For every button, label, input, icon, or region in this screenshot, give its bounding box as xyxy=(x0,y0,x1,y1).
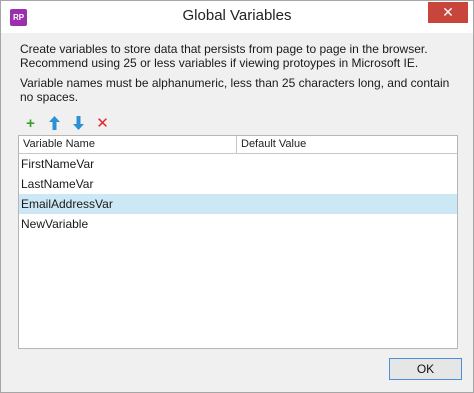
variable-toolbar: + ✕ xyxy=(23,114,110,132)
variable-name-cell[interactable]: LastNameVar xyxy=(21,174,237,194)
title-bar: RP Global Variables ✕ xyxy=(1,1,473,33)
column-header-default-value[interactable]: Default Value xyxy=(237,136,457,153)
variables-grid: Variable Name Default Value FirstNameVar… xyxy=(18,135,458,349)
delete-icon[interactable]: ✕ xyxy=(95,116,110,131)
arrow-down-icon[interactable] xyxy=(71,116,86,131)
description-line-1: Create variables to store data that pers… xyxy=(20,42,428,70)
table-row[interactable]: FirstNameVar xyxy=(19,154,457,174)
close-button[interactable]: ✕ xyxy=(428,2,468,23)
grid-header: Variable Name Default Value xyxy=(19,136,457,154)
table-row[interactable]: LastNameVar xyxy=(19,174,457,194)
description-line-2: Variable names must be alphanumeric, les… xyxy=(20,76,450,104)
description: Create variables to store data that pers… xyxy=(20,42,460,110)
global-variables-dialog: RP Global Variables ✕ Create variables t… xyxy=(0,0,474,393)
column-header-variable-name[interactable]: Variable Name xyxy=(19,136,237,153)
table-row[interactable]: NewVariable xyxy=(19,214,457,234)
plus-icon[interactable]: + xyxy=(23,116,38,131)
ok-button[interactable]: OK xyxy=(389,358,462,380)
variable-name-cell[interactable]: EmailAddressVar xyxy=(21,194,237,214)
table-row-selected[interactable]: EmailAddressVar xyxy=(19,194,457,214)
variable-name-cell[interactable]: NewVariable xyxy=(21,214,237,234)
dialog-title: Global Variables xyxy=(182,7,292,24)
variable-name-cell[interactable]: FirstNameVar xyxy=(21,154,237,174)
arrow-up-icon[interactable] xyxy=(47,116,62,131)
